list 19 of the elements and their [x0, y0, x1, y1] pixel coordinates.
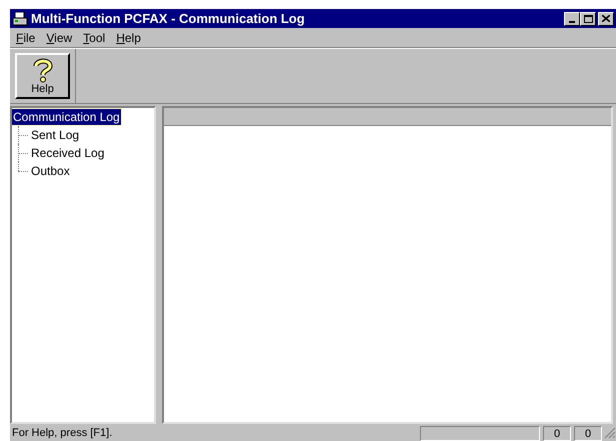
status-panel: 0	[543, 426, 571, 440]
menu-item[interactable]: Tool	[83, 28, 106, 46]
tree-item[interactable]: Received Log	[30, 145, 106, 161]
tree-item[interactable]: Sent Log	[30, 127, 80, 143]
menu-item[interactable]: View	[46, 28, 72, 46]
minimize-button[interactable]	[564, 12, 580, 26]
fax-icon	[12, 10, 28, 26]
window-title: Multi-Function PCFAX - Communication Log	[31, 12, 306, 25]
status-panel: 0	[574, 426, 602, 440]
resize-grip-icon	[604, 427, 616, 439]
menu-item[interactable]: Help	[116, 28, 141, 46]
menu-item[interactable]: File	[16, 28, 36, 46]
close-button[interactable]	[598, 12, 614, 26]
status-message: For Help, press [F1].	[11, 426, 114, 441]
tree-item[interactable]: Outbox	[30, 163, 71, 179]
maximize-button[interactable]	[580, 12, 596, 26]
help-button[interactable]: Help	[15, 53, 70, 99]
close-icon	[602, 15, 610, 22]
tree-item[interactable]: Communication Log	[12, 109, 121, 125]
